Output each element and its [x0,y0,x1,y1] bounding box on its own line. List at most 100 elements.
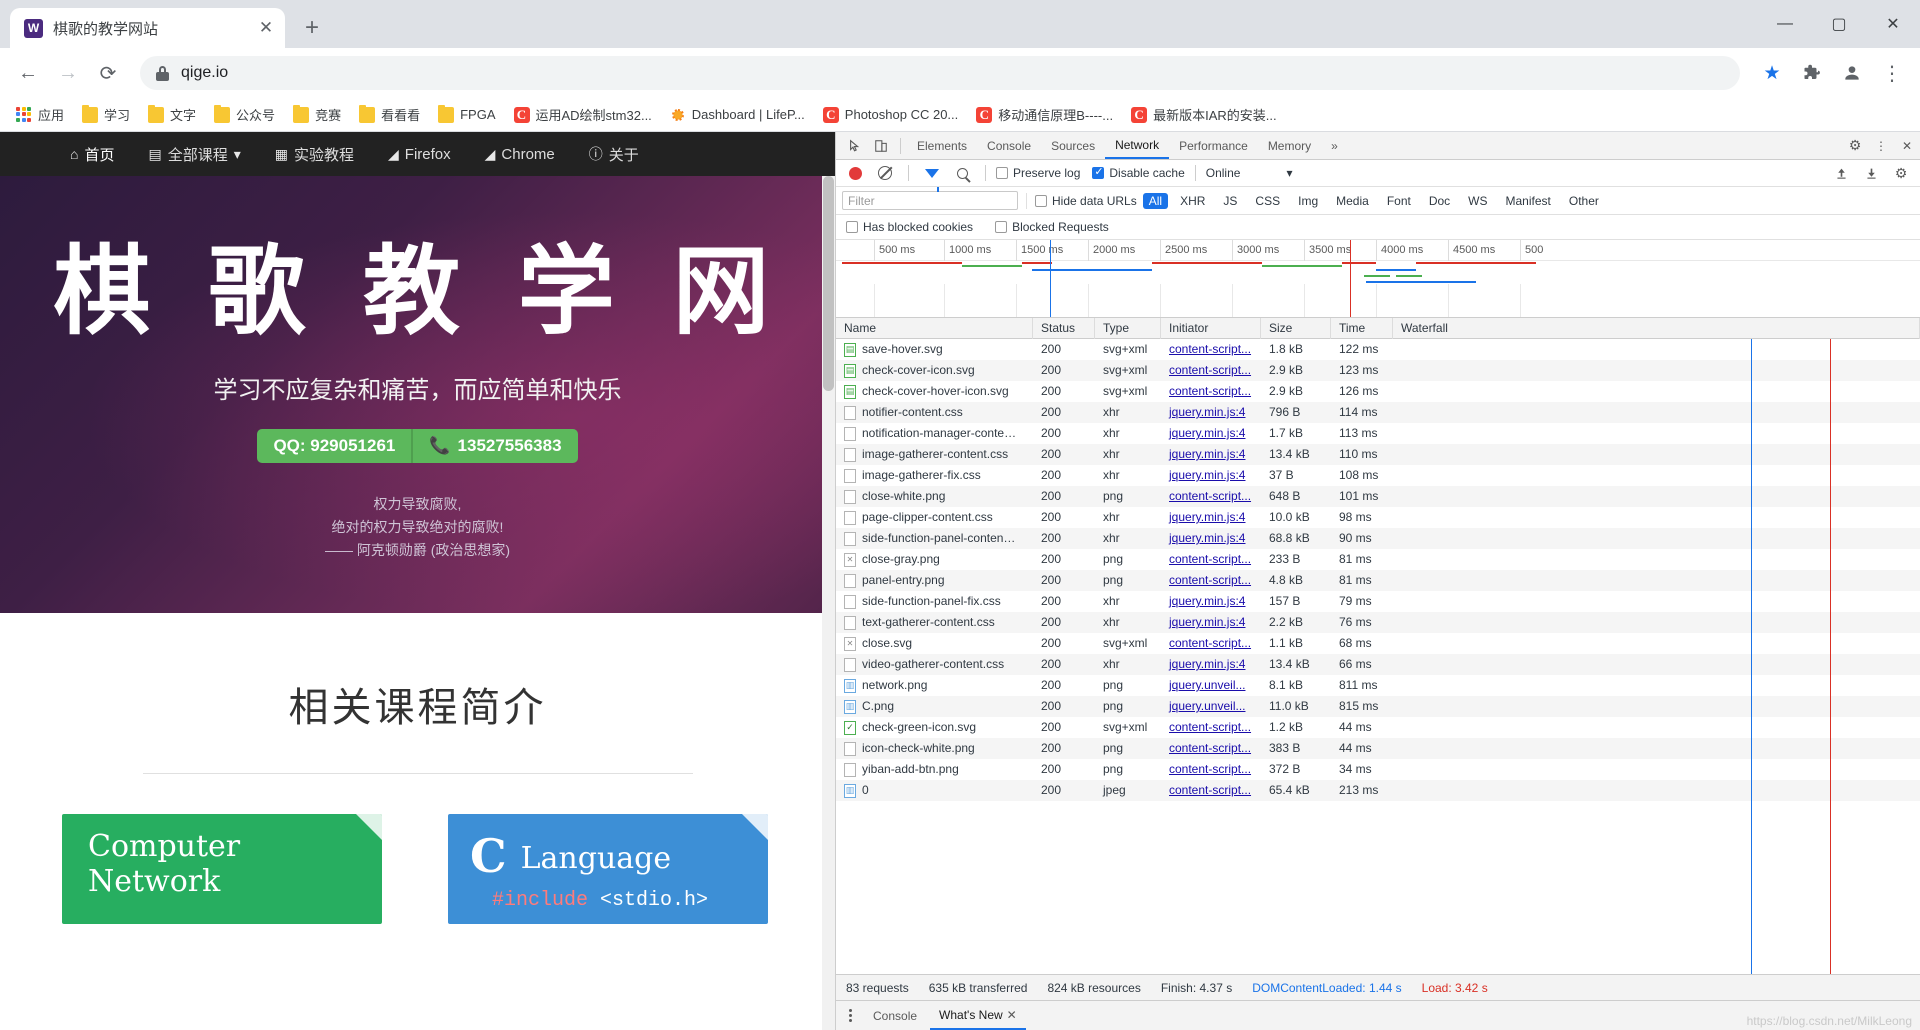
table-row[interactable]: icon-check-white.png 200 png content-script… [836,738,1920,759]
initiator-link[interactable]: jquery.unveil... [1169,699,1245,713]
initiator-link[interactable]: content-script... [1169,573,1251,587]
gear-icon[interactable]: ⚙ [1842,133,1868,159]
close-icon[interactable]: ✕ [1007,1008,1017,1022]
cell-initiator[interactable]: content-script... [1161,570,1261,591]
initiator-link[interactable]: jquery.min.js:4 [1169,405,1245,419]
import-har-icon[interactable] [1828,160,1854,186]
column-header-initiator[interactable]: Initiator [1161,318,1261,339]
type-filter-js[interactable]: JS [1217,193,1243,209]
cell-initiator[interactable]: jquery.min.js:4 [1161,507,1261,528]
drawer-tab-console[interactable]: Console [864,1001,926,1030]
phone-badge[interactable]: 📞 13527556383 [411,428,578,463]
table-row[interactable]: close-white.png 200 png content-script... 64… [836,486,1920,507]
record-button[interactable] [842,160,868,186]
extensions-icon[interactable] [1794,55,1830,91]
initiator-link[interactable]: content-script... [1169,384,1251,398]
initiator-link[interactable]: content-script... [1169,636,1251,650]
new-tab-button[interactable]: + [295,11,329,45]
network-settings-gear-icon[interactable]: ⚙ [1888,160,1914,186]
cell-initiator[interactable]: jquery.unveil... [1161,675,1261,696]
cell-initiator[interactable]: jquery.min.js:4 [1161,528,1261,549]
address-bar[interactable]: qige.io [140,56,1740,90]
browser-menu-icon[interactable]: ⋮ [1874,55,1910,91]
close-window-icon[interactable]: ✕ [1866,0,1920,48]
hide-data-urls-checkbox[interactable]: Hide data URLs [1035,194,1137,208]
cell-initiator[interactable]: content-script... [1161,486,1261,507]
type-filter-xhr[interactable]: XHR [1174,193,1211,209]
throttling-select[interactable]: Online ▾ [1206,166,1293,180]
table-row[interactable]: notifier-content.css 200 xhr jquery.min.js:… [836,402,1920,423]
clear-button[interactable] [872,160,898,186]
blocked-requests-checkbox[interactable]: Blocked Requests [995,220,1109,234]
initiator-link[interactable]: jquery.min.js:4 [1169,447,1245,461]
table-row[interactable]: panel-entry.png 200 png content-script... 4.… [836,570,1920,591]
cell-initiator[interactable]: jquery.min.js:4 [1161,423,1261,444]
table-row[interactable]: page-clipper-content.css 200 xhr jquery.min… [836,507,1920,528]
table-row[interactable]: ✓ check-green-icon.svg 200 svg+xml content-s… [836,717,1920,738]
profile-avatar-icon[interactable] [1834,55,1870,91]
cell-initiator[interactable]: content-script... [1161,360,1261,381]
course-card-c-language[interactable]: C Language #include <stdio.h> [448,814,768,924]
table-row[interactable]: ▤ check-cover-icon.svg 200 svg+xml content-s… [836,360,1920,381]
bookmark-item[interactable]: 学习 [74,101,138,128]
filter-input[interactable]: Filter [842,191,1018,210]
initiator-link[interactable]: jquery.unveil... [1169,678,1245,692]
initiator-link[interactable]: content-script... [1169,552,1251,566]
column-header-type[interactable]: Type [1095,318,1161,339]
type-filter-all[interactable]: All [1142,192,1169,209]
type-filter-other[interactable]: Other [1563,193,1605,209]
drawer-tab-whats-new[interactable]: What's New ✕ [930,1001,1026,1030]
cell-initiator[interactable]: content-script... [1161,717,1261,738]
type-filter-manifest[interactable]: Manifest [1500,193,1557,209]
inspect-element-icon[interactable] [842,133,868,159]
device-toolbar-icon[interactable] [868,133,894,159]
cell-initiator[interactable]: content-script... [1161,381,1261,402]
table-row[interactable]: image-gatherer-fix.css 200 xhr jquery.min.j… [836,465,1920,486]
cell-initiator[interactable]: content-script... [1161,549,1261,570]
table-row[interactable]: ▥ network.png 200 png jquery.unveil... 8.1 kB… [836,675,1920,696]
bookmark-item[interactable]: C 最新版本IAR的安装... [1123,101,1285,128]
bookmark-item[interactable]: C 运用AD绘制stm32... [506,101,660,128]
cell-initiator[interactable]: content-script... [1161,339,1261,360]
table-row[interactable]: close-gray.png 200 png content-script... 233… [836,549,1920,570]
type-filter-doc[interactable]: Doc [1423,193,1456,209]
nav-item-all-courses[interactable]: ▤ 全部课程 ▾ [148,144,240,165]
cell-initiator[interactable]: content-script... [1161,738,1261,759]
table-row[interactable]: ▤ save-hover.svg 200 svg+xml content-script.… [836,339,1920,360]
has-blocked-cookies-checkbox[interactable]: Has blocked cookies [846,220,973,234]
column-header-name[interactable]: Name [836,318,1033,339]
table-row[interactable]: video-gatherer-content.css 200 xhr jquery.m… [836,654,1920,675]
bookmark-item[interactable]: C Photoshop CC 20... [815,103,966,127]
table-row[interactable]: ▤ check-cover-hover-icon.svg 200 svg+xml con… [836,381,1920,402]
close-devtools-icon[interactable]: ✕ [1894,133,1920,159]
nav-item-chrome[interactable]: ◢ Chrome [485,146,555,163]
more-tabs-icon[interactable]: » [1321,132,1348,159]
tab-memory[interactable]: Memory [1258,132,1321,159]
table-row[interactable]: side-function-panel-conten… 200 xhr jquery.… [836,528,1920,549]
cell-initiator[interactable]: jquery.min.js:4 [1161,402,1261,423]
filter-icon[interactable] [919,160,945,192]
cell-initiator[interactable]: jquery.min.js:4 [1161,444,1261,465]
initiator-link[interactable]: jquery.min.js:4 [1169,531,1245,545]
table-row[interactable]: notification-manager-conte… 200 xhr jquery.… [836,423,1920,444]
bookmark-item[interactable]: C 移动通信原理B----... [968,101,1121,128]
cell-initiator[interactable]: jquery.min.js:4 [1161,591,1261,612]
bookmark-item[interactable]: 文字 [140,101,204,128]
initiator-link[interactable]: content-script... [1169,342,1251,356]
column-header-status[interactable]: Status [1033,318,1095,339]
initiator-link[interactable]: jquery.min.js:4 [1169,510,1245,524]
cell-initiator[interactable]: jquery.min.js:4 [1161,612,1261,633]
initiator-link[interactable]: content-script... [1169,489,1251,503]
preserve-log-checkbox[interactable]: Preserve log [996,166,1080,180]
bookmark-item[interactable]: 看看看 [351,101,428,128]
cell-initiator[interactable]: content-script... [1161,759,1261,780]
bookmark-item[interactable]: 竞赛 [285,101,349,128]
type-filter-img[interactable]: Img [1292,193,1324,209]
table-row[interactable]: side-function-panel-fix.css 200 xhr jquery.… [836,591,1920,612]
cell-initiator[interactable]: jquery.unveil... [1161,696,1261,717]
column-header-time[interactable]: Time [1331,318,1393,339]
initiator-link[interactable]: jquery.min.js:4 [1169,594,1245,608]
nav-item-about[interactable]: ⓘ 关于 [589,144,639,165]
initiator-link[interactable]: content-script... [1169,783,1251,797]
cell-initiator[interactable]: content-script... [1161,633,1261,654]
